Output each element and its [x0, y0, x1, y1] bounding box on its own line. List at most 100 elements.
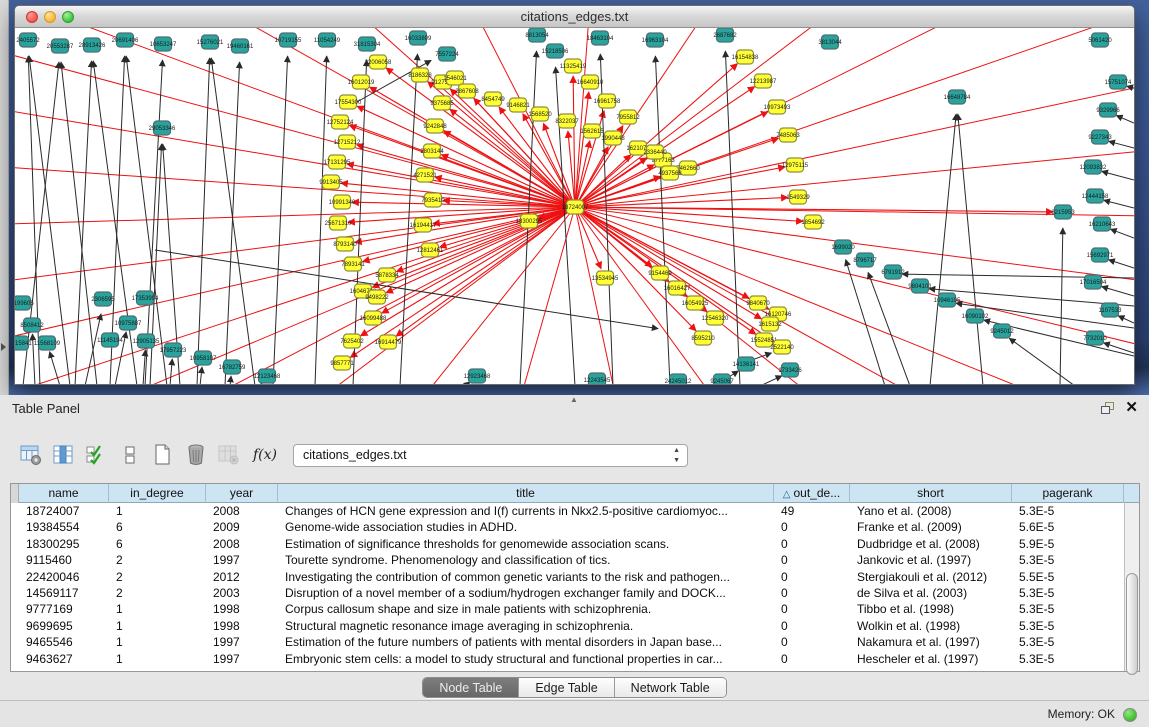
table-cell[interactable]: 9115460	[19, 552, 109, 568]
table-cell[interactable]: 2003	[206, 585, 278, 601]
graph-edge-black[interactable]	[760, 376, 782, 385]
table-cell[interactable]: 0	[774, 569, 850, 585]
table-cell[interactable]: 2	[109, 585, 206, 601]
graph-edge-black[interactable]	[85, 314, 101, 385]
graph-edge-black[interactable]	[211, 58, 255, 385]
table-mode-icon[interactable]	[18, 442, 44, 468]
select-all-rows-icon[interactable]	[84, 442, 110, 468]
column-header-name[interactable]: name	[19, 484, 109, 503]
splitter-grip[interactable]: ▲	[570, 397, 579, 403]
vertical-scrollbar[interactable]	[1124, 503, 1139, 671]
table-row[interactable]: 946554611997Estimation of the future num…	[11, 634, 1139, 650]
table-cell[interactable]: Dudbridge et al. (2008)	[850, 536, 1012, 552]
graph-edge-red-ray[interactable]	[575, 207, 1055, 385]
table-cell[interactable]: 18300295	[19, 536, 109, 552]
close-panel-icon[interactable]: ✕	[1125, 399, 1138, 417]
table-cell[interactable]: 5.3E-5	[1012, 634, 1124, 650]
table-cell[interactable]: Estimation of the future numbers of pati…	[278, 634, 774, 650]
table-cell[interactable]: 1997	[206, 651, 278, 667]
table-cell[interactable]: 5.3E-5	[1012, 585, 1124, 601]
table-cell[interactable]: 1998	[206, 618, 278, 634]
table-cell[interactable]: Franke et al. (2009)	[850, 519, 1012, 535]
graph-edge-black[interactable]	[260, 383, 262, 385]
memory-status-indicator[interactable]	[1123, 708, 1137, 722]
table-cell[interactable]: Corpus callosum shape and size in male p…	[278, 601, 774, 617]
table-cell[interactable]: 19384554	[19, 519, 109, 535]
table-cell[interactable]: 2012	[206, 569, 278, 585]
table-cell[interactable]: Changes of HCN gene expression and I(f) …	[278, 503, 774, 519]
table-cell[interactable]: 6	[109, 519, 206, 535]
graph-edge-red-ray[interactable]	[575, 207, 1134, 298]
table-cell[interactable]: 5.3E-5	[1012, 503, 1124, 519]
graph-edge-red-ray[interactable]	[575, 207, 1134, 385]
table-cell[interactable]: Estimation of significance thresholds fo…	[278, 536, 774, 552]
table-row[interactable]: 969969511998Structural magnetic resonanc…	[11, 618, 1139, 634]
column-header-year[interactable]: year	[206, 484, 278, 503]
table-cell[interactable]: 5.3E-5	[1012, 651, 1124, 667]
table-cell[interactable]: 5.6E-5	[1012, 519, 1124, 535]
table-row[interactable]: 1830029562008Estimation of significance …	[11, 536, 1139, 552]
column-header-in_degree[interactable]: in_degree	[109, 484, 206, 503]
graph-edge-black[interactable]	[958, 114, 983, 385]
table-row[interactable]: 1938455462009Genome-wide association stu…	[11, 519, 1139, 535]
table-cell[interactable]: 5.5E-5	[1012, 569, 1124, 585]
graph-edge-black[interactable]	[1102, 287, 1134, 296]
table-cell[interactable]: 2008	[206, 536, 278, 552]
table-cell[interactable]: Tibbo et al. (1998)	[850, 601, 1012, 617]
column-header-title[interactable]: title	[278, 484, 774, 503]
graph-edge-black[interactable]	[230, 376, 231, 385]
table-cell[interactable]: 5.3E-5	[1012, 601, 1124, 617]
table-cell[interactable]: 2008	[206, 503, 278, 519]
graph-edge-black[interactable]	[1060, 228, 1063, 385]
table-cell[interactable]: Stergiakouli et al. (2012)	[850, 569, 1012, 585]
table-cell[interactable]: 2	[109, 569, 206, 585]
graph-edge-black[interactable]	[1109, 141, 1134, 148]
graph-edge-black[interactable]	[61, 62, 97, 385]
table-cell[interactable]: 0	[774, 618, 850, 634]
table-cell[interactable]: Genome-wide association studies in ADHD.	[278, 519, 774, 535]
delete-columns-icon[interactable]	[183, 442, 209, 468]
table-cell[interactable]: Embryonic stem cells: a model to study s…	[278, 651, 774, 667]
graph-edge-black[interactable]	[200, 367, 202, 385]
graph-edge-black[interactable]	[273, 56, 288, 385]
table-cell[interactable]: Tourette syndrome. Phenomenology and cla…	[278, 552, 774, 568]
table-source-dropdown[interactable]: citations_edges.txt ▲▼	[293, 444, 688, 467]
graph-edge-black[interactable]	[170, 359, 172, 385]
column-header-pagerank[interactable]: pagerank	[1012, 484, 1124, 503]
table-cell[interactable]: 49	[774, 503, 850, 519]
table-cell[interactable]: 0	[774, 601, 850, 617]
table-cell[interactable]: 2	[109, 552, 206, 568]
network-window-titlebar[interactable]: citations_edges.txt	[15, 6, 1134, 28]
table-row[interactable]: 2242004622012Investigating the contribut…	[11, 569, 1139, 585]
table-cell[interactable]: 9777169	[19, 601, 109, 617]
table-row[interactable]: 977716911998Corpus callosum shape and si…	[11, 601, 1139, 617]
graph-edge-black[interactable]	[1009, 338, 1075, 385]
table-row[interactable]: 1872400712008Changes of HCN gene express…	[11, 503, 1139, 519]
graph-edge-black[interactable]	[225, 62, 240, 385]
table-cell[interactable]: 0	[774, 651, 850, 667]
new-column-icon[interactable]	[150, 442, 176, 468]
table-cell[interactable]: 1	[109, 618, 206, 634]
table-cell[interactable]: Investigating the contribution of common…	[278, 569, 774, 585]
tab-node-table[interactable]: Node Table	[423, 678, 519, 697]
function-builder-button[interactable]: f(x)	[253, 447, 277, 463]
table-cell[interactable]: 5.9E-5	[1012, 536, 1124, 552]
table-cell[interactable]: 0	[774, 585, 850, 601]
graph-edge-black[interactable]	[1104, 343, 1134, 353]
table-cell[interactable]: 1	[109, 634, 206, 650]
table-cell[interactable]: 2009	[206, 519, 278, 535]
table-row[interactable]: 911546021997Tourette syndrome. Phenomeno…	[11, 552, 1139, 568]
graph-edge-black[interactable]	[1116, 116, 1134, 123]
scrollbar-thumb[interactable]	[1126, 573, 1138, 675]
table-cell[interactable]: 9465546	[19, 634, 109, 650]
table-cell[interactable]: 1998	[206, 601, 278, 617]
table-cell[interactable]: 9463627	[19, 651, 109, 667]
table-cell[interactable]: Wolkin et al. (1998)	[850, 618, 1012, 634]
graph-edge-black[interactable]	[1118, 316, 1134, 323]
graph-edge-black[interactable]	[1110, 229, 1134, 238]
graph-edge-red[interactable]	[396, 207, 575, 272]
table-cell[interactable]: Yano et al. (2008)	[850, 503, 1012, 519]
show-columns-icon[interactable]	[51, 442, 77, 468]
table-cell[interactable]: Nakamura et al. (1997)	[850, 634, 1012, 650]
delete-table-icon-disabled[interactable]	[216, 442, 242, 468]
